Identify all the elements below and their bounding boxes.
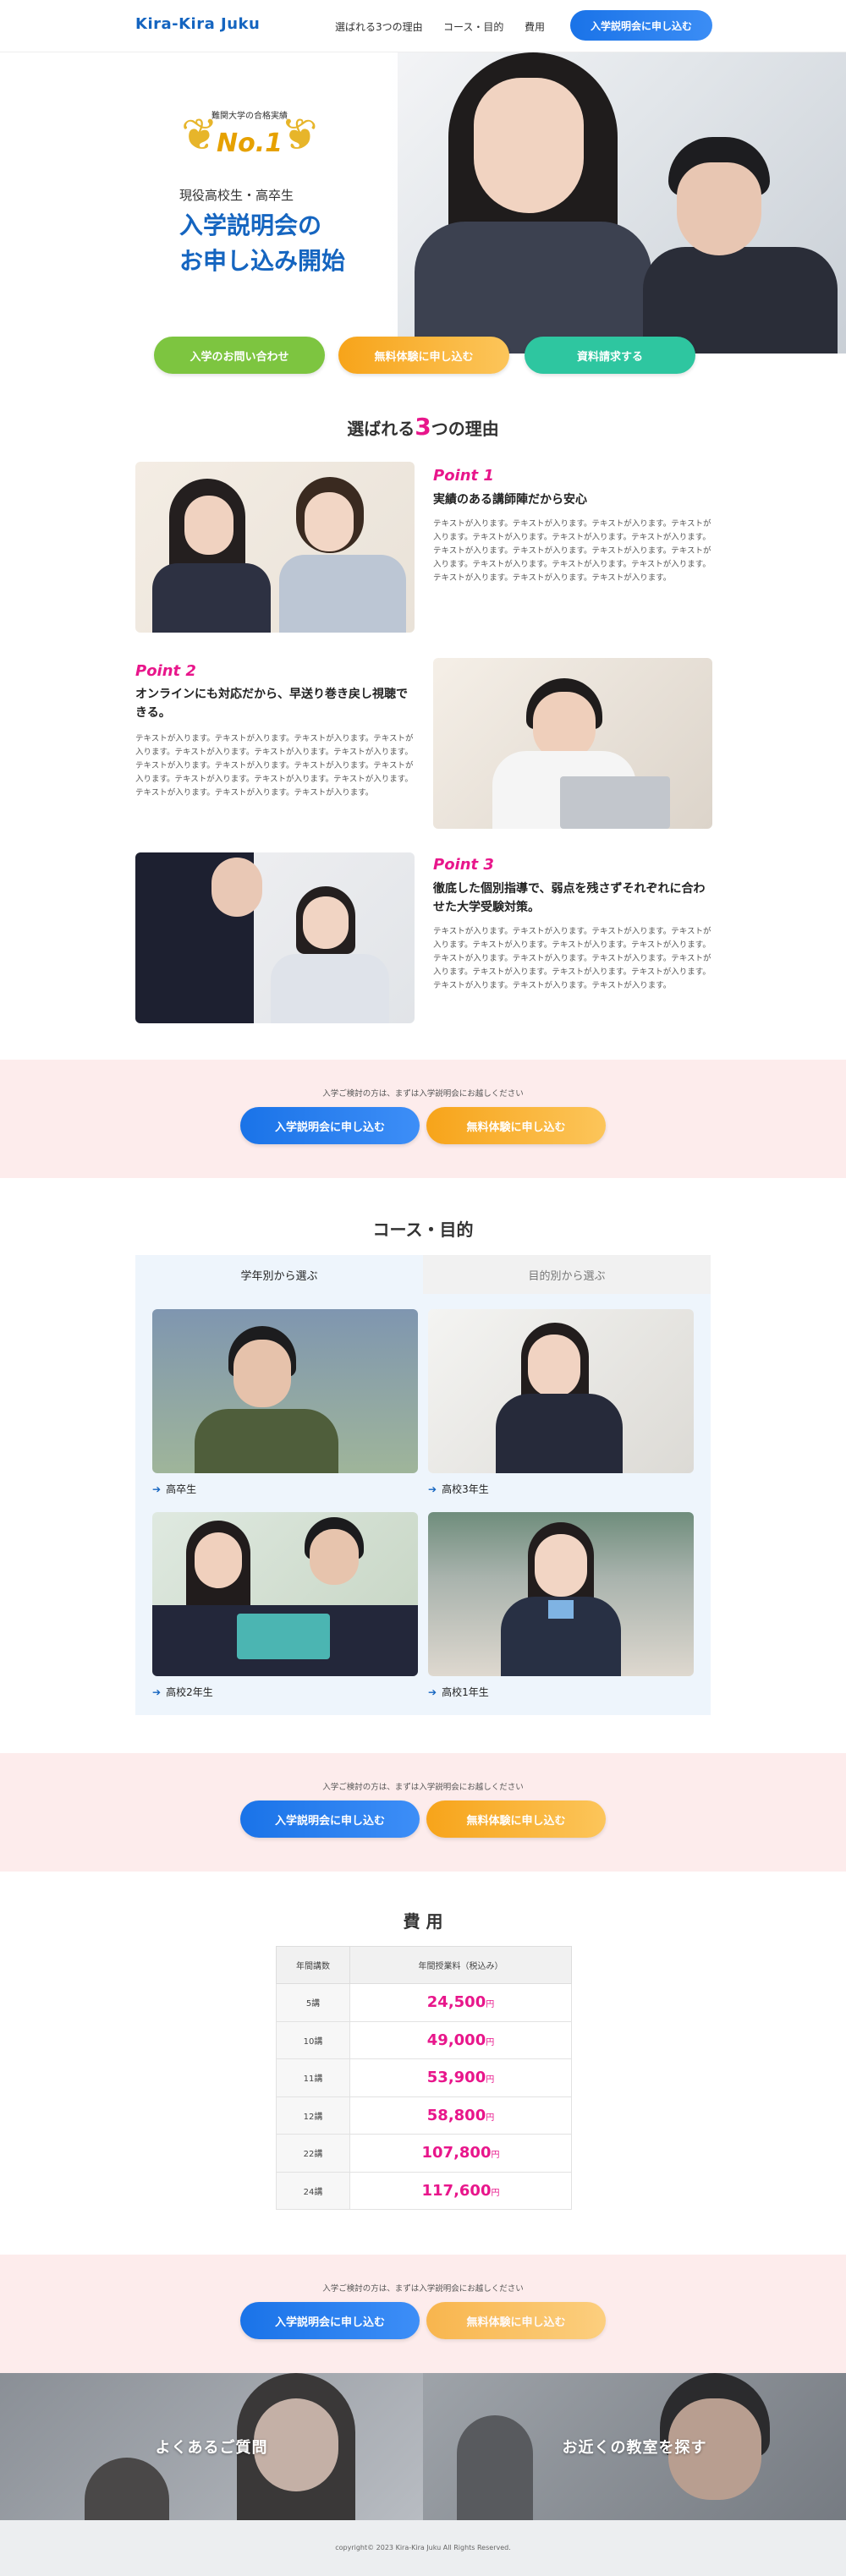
table-row: 11講 53,900円 — [276, 2058, 572, 2097]
course-card-grade1[interactable]: ➔ 高校1年生 — [428, 1512, 694, 1699]
course-label: 高校1年生 — [442, 1686, 489, 1698]
faq-link-tile[interactable]: よくあるご質問 — [0, 2373, 423, 2520]
reason2-body: テキストが入ります。テキストが入ります。テキストが入ります。テキストが入ります。… — [135, 734, 414, 797]
find-classroom-tile[interactable]: お近くの教室を探す — [423, 2373, 846, 2520]
briefing-button[interactable]: 入学説明会に申し込む — [240, 1800, 420, 1838]
site-logo[interactable]: Kira-Kira Juku — [135, 15, 260, 33]
course-tabs: 学年別から選ぶ 目的別から選ぶ — [135, 1255, 711, 1294]
arrow-right-icon: ➔ — [152, 1685, 162, 1698]
hero-title: 入学説明会の お申し込み開始 — [179, 208, 345, 279]
hero-photo — [398, 52, 846, 354]
table-row: 22講 107,800円 — [276, 2134, 572, 2173]
fees-table: 年間講数 年間授業料（税込み） 5講 24,500円 10講 49,000円 1… — [276, 1946, 572, 2210]
faq-link-label: よくあるご質問 — [155, 2439, 268, 2457]
table-row: 10講 49,000円 — [276, 2020, 572, 2059]
header-cta-button[interactable]: 入学説明会に申し込む — [570, 10, 712, 41]
find-classroom-label: お近くの教室を探す — [562, 2439, 707, 2457]
reason1-body: テキストが入ります。テキストが入ります。テキストが入ります。テキストが入ります。… — [433, 519, 711, 583]
fees-title: 費 用 — [403, 1911, 443, 1932]
reason2-heading: オンラインにも対応だから、早送り巻き戻し視聴できる。 — [135, 688, 408, 720]
tab-by-purpose[interactable]: 目的別から選ぶ — [423, 1255, 711, 1294]
nav-reasons[interactable]: 選ばれる3つの理由 — [335, 19, 423, 34]
free-trial-button[interactable]: 無料体験に申し込む — [338, 337, 509, 374]
hero-lead: 現役高校生・高卒生 — [179, 188, 294, 203]
reason2-photo — [433, 658, 712, 829]
course-label: 高校2年生 — [166, 1686, 213, 1698]
arrow-right-icon: ➔ — [428, 1483, 437, 1495]
reason1-photo — [135, 462, 415, 633]
site-footer: copyright© 2023 Kira-Kira Juku All Right… — [0, 2520, 846, 2576]
briefing-button[interactable]: 入学説明会に申し込む — [240, 1107, 420, 1144]
course-label: 高校3年生 — [442, 1483, 489, 1495]
arrow-right-icon: ➔ — [428, 1685, 437, 1698]
reason1-heading: 実績のある講師陣だから安心 — [433, 493, 587, 507]
arrow-right-icon: ➔ — [152, 1483, 162, 1495]
free-trial-button[interactable]: 無料体験に申し込む — [426, 2302, 606, 2339]
reasons-title: 選ばれる3つの理由 — [347, 413, 499, 441]
table-row: 5講 24,500円 — [276, 1983, 572, 2022]
award-rank: No.1 — [217, 129, 283, 158]
course-photo — [428, 1512, 694, 1676]
hero-title-line1: 入学説明会の — [179, 211, 322, 239]
course-photo — [152, 1309, 418, 1473]
nav-fees[interactable]: 費用 — [525, 19, 545, 34]
reason2-point: Point 2 — [135, 662, 196, 680]
reason3-photo — [135, 852, 415, 1023]
course-panel: ➔ 高卒生 ➔ 高校3年生 ➔ 高校2年生 ➔ 高校1年生 — [135, 1294, 711, 1715]
course-label: 高卒生 — [166, 1483, 197, 1495]
copyright: copyright© 2023 Kira-Kira Juku All Right… — [335, 2544, 511, 2551]
fees-header-price: 年間授業料（税込み） — [349, 1946, 572, 1984]
table-row: 12講 58,800円 — [276, 2096, 572, 2135]
course-photo — [152, 1512, 418, 1676]
briefing-button[interactable]: 入学説明会に申し込む — [240, 2302, 420, 2339]
cta-band-note: 入学ご検討の方は、まずは入学説明会にお越しください — [322, 1783, 524, 1792]
table-row: 24講 117,600円 — [276, 2171, 572, 2210]
reason1-point: Point 1 — [433, 467, 494, 485]
cta-band-3: 入学ご検討の方は、まずは入学説明会にお越しください 入学説明会に申し込む 無料体… — [0, 2255, 846, 2373]
tab-by-grade[interactable]: 学年別から選ぶ — [135, 1255, 423, 1294]
course-card-grade3[interactable]: ➔ 高校3年生 — [428, 1309, 694, 1496]
reason3-body: テキストが入ります。テキストが入ります。テキストが入ります。テキストが入ります。… — [433, 927, 711, 990]
course-card-graduate[interactable]: ➔ 高卒生 — [152, 1309, 418, 1496]
cta-band-note: 入学ご検討の方は、まずは入学説明会にお越しください — [322, 1089, 524, 1099]
course-photo — [428, 1309, 694, 1473]
reason3-point: Point 3 — [433, 856, 494, 874]
reason3-heading: 徹底した個別指導で、弱点を残さずそれぞれに合わせた大学受験対策。 — [433, 882, 706, 914]
free-trial-button[interactable]: 無料体験に申し込む — [426, 1107, 606, 1144]
fees-header-count: 年間講数 — [276, 1946, 350, 1984]
cta-band-1: 入学ご検討の方は、まずは入学説明会にお越しください 入学説明会に申し込む 無料体… — [0, 1060, 846, 1178]
courses-title: コース・目的 — [372, 1219, 474, 1240]
site-header: Kira-Kira Juku 選ばれる3つの理由 コース・目的 費用 入学説明会… — [0, 0, 846, 52]
request-brochure-button[interactable]: 資料請求する — [525, 337, 695, 374]
course-card-grade2[interactable]: ➔ 高校2年生 — [152, 1512, 418, 1699]
hero: ❦ ❦ 難関大学の合格実績 No.1 現役高校生・高卒生 入学説明会の お申し込… — [0, 52, 846, 354]
award-subtitle: 難関大学の合格実績 — [212, 112, 288, 121]
free-trial-button[interactable]: 無料体験に申し込む — [426, 1800, 606, 1838]
cta-band-2: 入学ご検討の方は、まずは入学説明会にお越しください 入学説明会に申し込む 無料体… — [0, 1753, 846, 1872]
inquiry-button[interactable]: 入学のお問い合わせ — [154, 337, 325, 374]
cta-band-note: 入学ご検討の方は、まずは入学説明会にお越しください — [322, 2284, 524, 2294]
nav-courses[interactable]: コース・目的 — [443, 19, 503, 34]
hero-title-line2: お申し込み開始 — [179, 247, 346, 275]
